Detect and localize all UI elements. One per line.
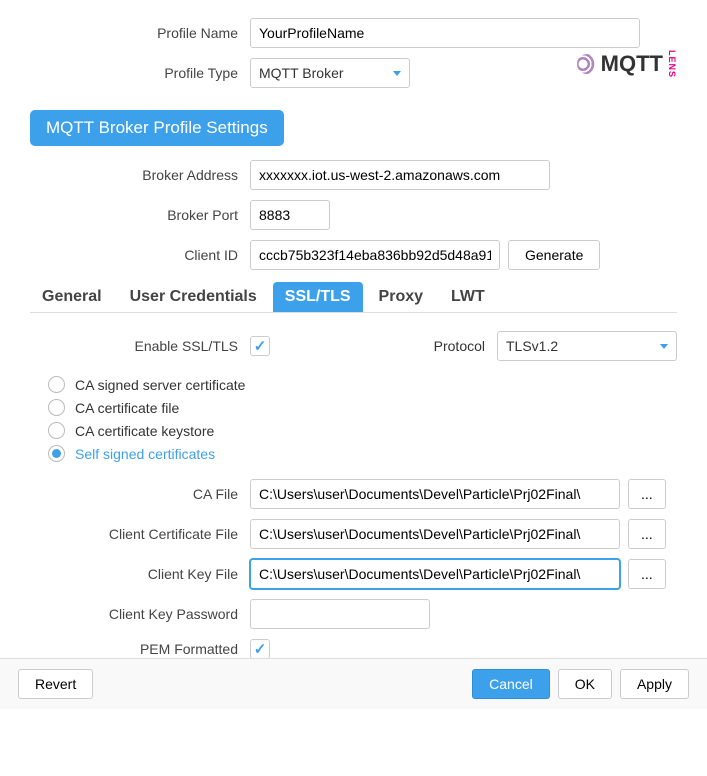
broker-port-label: Broker Port: [30, 207, 250, 223]
tab-lwt[interactable]: LWT: [439, 282, 497, 312]
radio-icon: [48, 376, 65, 393]
revert-button[interactable]: Revert: [18, 669, 93, 699]
profile-type-value: MQTT Broker: [259, 65, 344, 81]
apply-button[interactable]: Apply: [620, 669, 689, 699]
profile-name-input[interactable]: [250, 18, 640, 48]
settings-heading: MQTT Broker Profile Settings: [30, 110, 284, 146]
radio-icon: [48, 445, 65, 462]
client-key-input[interactable]: [250, 559, 620, 589]
ca-file-label: CA File: [30, 486, 250, 502]
client-cert-browse-button[interactable]: ...: [628, 519, 666, 549]
enable-ssl-label: Enable SSL/TLS: [30, 338, 250, 354]
radio-ca-signed[interactable]: CA signed server certificate: [48, 373, 677, 396]
broker-address-label: Broker Address: [30, 167, 250, 183]
logo-subtext: LENS: [667, 50, 677, 78]
logo-arc-icon: [577, 54, 597, 74]
client-key-browse-button[interactable]: ...: [628, 559, 666, 589]
radio-ca-signed-label: CA signed server certificate: [75, 377, 245, 393]
ca-file-browse-button[interactable]: ...: [628, 479, 666, 509]
profile-name-label: Profile Name: [30, 25, 250, 41]
pem-checkbox[interactable]: ✓: [250, 639, 270, 659]
tab-user-credentials[interactable]: User Credentials: [118, 282, 269, 312]
client-cert-input[interactable]: [250, 519, 620, 549]
pem-label: PEM Formatted: [30, 641, 250, 657]
tab-general[interactable]: General: [30, 282, 114, 312]
protocol-value: TLSv1.2: [506, 338, 558, 354]
chevron-down-icon: [393, 71, 401, 76]
chevron-down-icon: [660, 344, 668, 349]
enable-ssl-checkbox[interactable]: ✓: [250, 336, 270, 356]
checkmark-icon: ✓: [254, 640, 267, 658]
profile-type-select[interactable]: MQTT Broker: [250, 58, 410, 88]
client-id-input[interactable]: [250, 240, 500, 270]
settings-tabs: General User Credentials SSL/TLS Proxy L…: [30, 282, 677, 313]
radio-ca-file-label: CA certificate file: [75, 400, 179, 416]
radio-self-signed-label: Self signed certificates: [75, 446, 215, 462]
radio-ca-file[interactable]: CA certificate file: [48, 396, 677, 419]
radio-self-signed[interactable]: Self signed certificates: [48, 442, 677, 465]
ok-button[interactable]: OK: [558, 669, 612, 699]
radio-ca-keystore-label: CA certificate keystore: [75, 423, 214, 439]
broker-port-input[interactable]: [250, 200, 330, 230]
broker-address-input[interactable]: [250, 160, 550, 190]
cancel-button[interactable]: Cancel: [472, 669, 550, 699]
radio-ca-keystore[interactable]: CA certificate keystore: [48, 419, 677, 442]
footer-bar: Revert Cancel OK Apply: [0, 658, 707, 709]
client-key-label: Client Key File: [30, 566, 250, 582]
profile-type-label: Profile Type: [30, 65, 250, 81]
client-key-pw-input[interactable]: [250, 599, 430, 629]
client-key-pw-label: Client Key Password: [30, 606, 250, 622]
radio-icon: [48, 399, 65, 416]
mqtt-logo: MQTT LENS: [577, 50, 677, 78]
checkmark-icon: ✓: [254, 337, 267, 355]
protocol-select[interactable]: TLSv1.2: [497, 331, 677, 361]
tab-ssl-tls[interactable]: SSL/TLS: [273, 282, 363, 312]
client-id-label: Client ID: [30, 247, 250, 263]
protocol-label: Protocol: [434, 338, 485, 354]
client-cert-label: Client Certificate File: [30, 526, 250, 542]
radio-icon: [48, 422, 65, 439]
ca-file-input[interactable]: [250, 479, 620, 509]
logo-text: MQTT: [601, 51, 663, 77]
tab-proxy[interactable]: Proxy: [367, 282, 435, 312]
generate-button[interactable]: Generate: [508, 240, 600, 270]
